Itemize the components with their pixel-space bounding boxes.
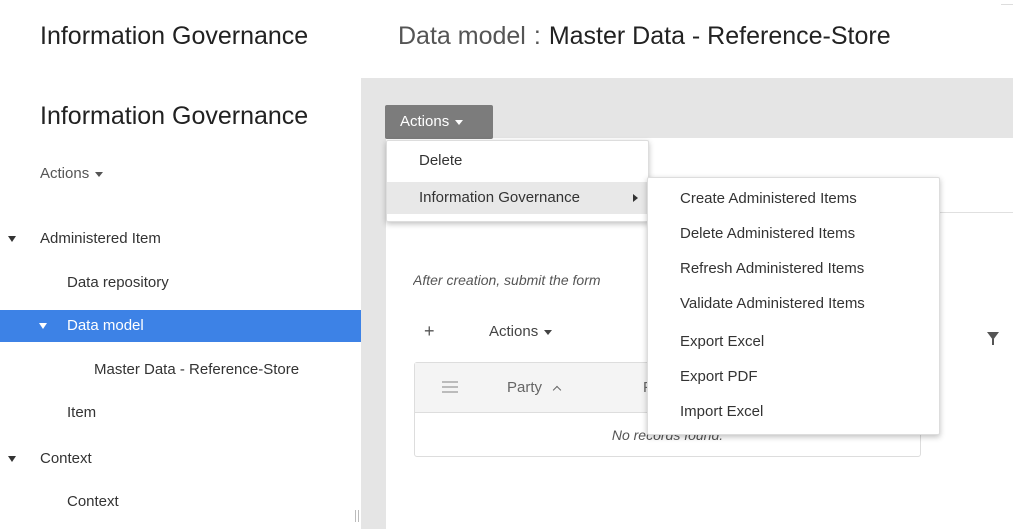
menu-item-information-governance[interactable]: Information Governance <box>387 182 648 214</box>
tree-item-label: Item <box>67 404 97 421</box>
column-menu-icon[interactable] <box>442 381 458 393</box>
tree-expand-icon[interactable] <box>8 456 16 462</box>
sidebar-title: Information Governance <box>40 102 309 130</box>
app-title: Information Governance <box>40 22 309 50</box>
tree-item-label: Data repository <box>67 274 169 291</box>
caret-right-icon <box>633 194 638 202</box>
menu-item-export-pdf[interactable]: Export PDF <box>648 359 939 394</box>
column-header-party[interactable]: Party <box>507 379 542 396</box>
caret-down-icon <box>544 329 553 335</box>
sidebar-actions-menu[interactable]: Actions <box>40 165 104 182</box>
tree-expand-icon[interactable] <box>39 323 47 329</box>
sidebar-actions-label: Actions <box>40 165 90 182</box>
tree-expand-icon[interactable] <box>8 236 16 242</box>
menu-item-import-excel[interactable]: Import Excel <box>648 394 939 429</box>
breadcrumb-section[interactable]: Data model <box>398 22 526 50</box>
menu-item-label: Information Governance <box>419 189 580 206</box>
tree-item-label: Context <box>40 450 92 467</box>
actions-button-label: Actions <box>400 113 450 130</box>
tree-item-context[interactable]: Context <box>0 486 361 518</box>
tree-item-data-model[interactable]: Data model <box>0 310 361 342</box>
tree-item-context-group[interactable]: Context <box>0 443 361 475</box>
actions-dropdown: Delete Information Governance <box>386 140 649 222</box>
tree-item-label: Context <box>67 493 119 510</box>
caret-down-icon <box>455 119 464 125</box>
menu-item-validate-administered-items[interactable]: Validate Administered Items <box>648 286 939 321</box>
tree-item-administered-item[interactable]: Administered Item <box>0 223 361 255</box>
sort-ascending-icon[interactable] <box>552 385 562 395</box>
sidebar-resize-handle[interactable] <box>355 510 359 522</box>
tree-item-label: Data model <box>67 317 144 334</box>
menu-item-label: Delete <box>419 152 463 169</box>
tree-item-label: Master Data - Reference-Store <box>94 361 300 378</box>
menu-item-delete[interactable]: Delete <box>387 145 648 177</box>
breadcrumb: Data model: Master Data - Reference-Store <box>398 22 891 51</box>
actions-button[interactable]: Actions <box>385 105 493 139</box>
information-governance-submenu: Create Administered Items Delete Adminis… <box>647 177 940 435</box>
breadcrumb-separator: : <box>533 22 541 50</box>
menu-item-refresh-administered-items[interactable]: Refresh Administered Items <box>648 251 939 286</box>
tree-item-data-repository[interactable]: Data repository <box>0 267 361 299</box>
header-divider <box>1001 4 1013 5</box>
menu-item-delete-administered-items[interactable]: Delete Administered Items <box>648 216 939 251</box>
table-actions-menu[interactable]: Actions <box>489 323 553 340</box>
add-button[interactable]: + <box>424 321 435 342</box>
table-actions-label: Actions <box>489 323 539 340</box>
filter-icon[interactable] <box>987 332 999 345</box>
menu-item-create-administered-items[interactable]: Create Administered Items <box>648 181 939 216</box>
form-hint-text: After creation, submit the form <box>413 272 601 288</box>
menu-item-export-excel[interactable]: Export Excel <box>648 324 939 359</box>
breadcrumb-current: Master Data - Reference-Store <box>548 22 891 50</box>
caret-down-icon <box>95 171 104 177</box>
tree-item-master-data[interactable]: Master Data - Reference-Store <box>0 354 361 386</box>
tree-item-item[interactable]: Item <box>0 397 361 429</box>
tree-item-label: Administered Item <box>40 230 161 247</box>
top-header: Information Governance Data model: Master… <box>0 0 1013 78</box>
